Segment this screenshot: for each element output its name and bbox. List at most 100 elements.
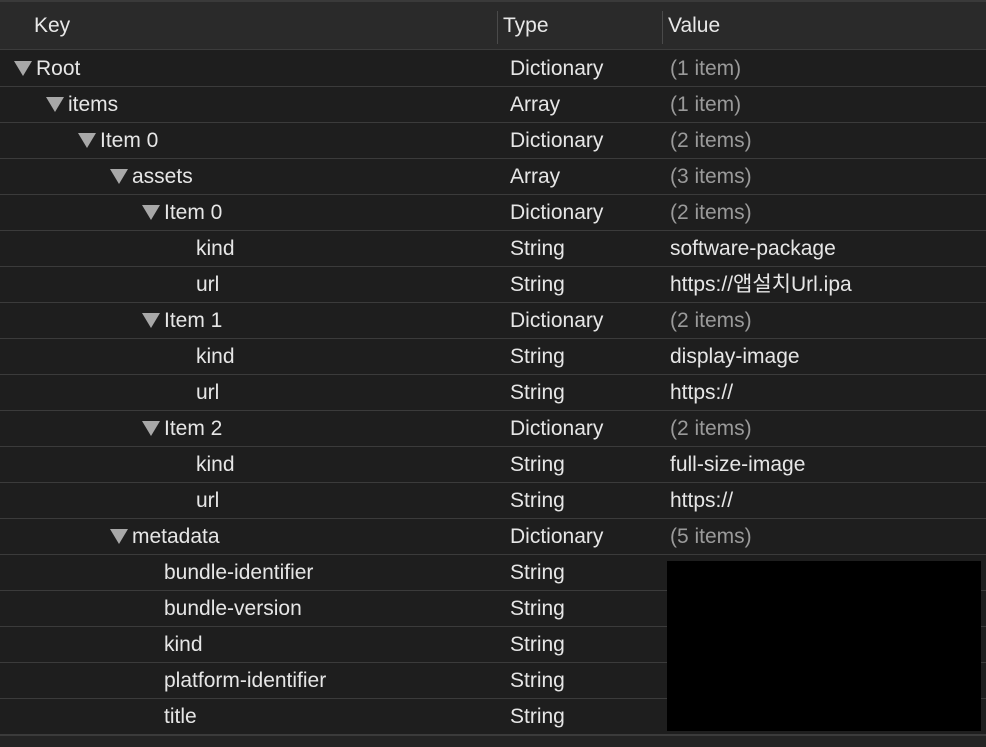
column-header: Key Type Value — [0, 0, 986, 50]
row-value[interactable]: (2 items) — [670, 411, 752, 446]
row-key-label: platform-identifier — [164, 669, 327, 692]
row-type[interactable]: Dictionary — [510, 195, 603, 230]
disclosure-triangle-icon[interactable] — [142, 313, 160, 328]
row-value[interactable]: (3 items) — [670, 159, 752, 194]
row-key-label: Root — [36, 57, 81, 80]
table-row[interactable]: url String https:// — [0, 375, 986, 411]
table-row[interactable]: Root Dictionary (1 item) — [0, 51, 986, 87]
row-type[interactable]: Dictionary — [510, 519, 603, 554]
row-value[interactable]: display-image — [670, 339, 800, 374]
row-key: url — [196, 483, 219, 518]
redacted-block — [667, 561, 981, 731]
table-row[interactable]: kind String software-package — [0, 231, 986, 267]
row-key: platform-identifier — [164, 663, 326, 698]
row-key-label: kind — [196, 453, 235, 476]
row-value[interactable]: https://앱설치Url.ipa — [670, 267, 852, 302]
disclosure-triangle-icon[interactable] — [78, 133, 96, 148]
row-type[interactable]: Array — [510, 87, 560, 122]
row-type[interactable]: Dictionary — [510, 51, 603, 86]
bottom-edge — [0, 735, 986, 747]
row-type[interactable]: Array — [510, 159, 560, 194]
row-key: bundle-identifier — [164, 555, 313, 590]
row-type[interactable]: String — [510, 627, 565, 662]
row-key: Item 0 — [142, 195, 222, 230]
row-key: Item 1 — [142, 303, 222, 338]
row-key: url — [196, 375, 219, 410]
row-type[interactable]: String — [510, 375, 565, 410]
row-key-label: Item 0 — [100, 129, 159, 152]
disclosure-triangle-icon[interactable] — [14, 61, 32, 76]
row-key: items — [46, 87, 118, 122]
row-value[interactable]: (1 item) — [670, 87, 741, 122]
column-header-key[interactable]: Key — [34, 2, 70, 50]
column-header-value[interactable]: Value — [668, 2, 720, 50]
row-key-label: items — [68, 93, 119, 116]
row-key-label: url — [196, 381, 220, 404]
row-type[interactable]: String — [510, 231, 565, 266]
disclosure-triangle-icon[interactable] — [142, 421, 160, 436]
table-row[interactable]: Item 1 Dictionary (2 items) — [0, 303, 986, 339]
table-row[interactable]: items Array (1 item) — [0, 87, 986, 123]
disclosure-triangle-icon[interactable] — [46, 97, 64, 112]
row-value[interactable]: (2 items) — [670, 303, 752, 338]
table-row[interactable]: kind String full-size-image — [0, 447, 986, 483]
row-type[interactable]: String — [510, 555, 565, 590]
row-key: title — [164, 699, 197, 734]
table-row[interactable]: assets Array (3 items) — [0, 159, 986, 195]
row-key: Root — [14, 51, 80, 86]
row-key: kind — [196, 447, 235, 482]
table-row[interactable]: url String https:// — [0, 483, 986, 519]
row-value[interactable]: (1 item) — [670, 51, 741, 86]
row-key: url — [196, 267, 219, 302]
row-key-label: Item 2 — [164, 417, 223, 440]
row-key-label: Item 0 — [164, 201, 223, 224]
row-value[interactable]: full-size-image — [670, 447, 805, 482]
row-key: assets — [110, 159, 193, 194]
row-key-label: Item 1 — [164, 309, 223, 332]
table-row[interactable]: url String https://앱설치Url.ipa — [0, 267, 986, 303]
plist-editor: Key Type Value Root Dictionary (1 item) ite… — [0, 0, 986, 747]
row-key-label: assets — [132, 165, 193, 188]
disclosure-triangle-icon[interactable] — [110, 529, 128, 544]
row-key: kind — [196, 339, 235, 374]
row-key-label: url — [196, 273, 220, 296]
row-key-label: url — [196, 489, 220, 512]
row-key-label: bundle-version — [164, 597, 302, 620]
table-row[interactable]: metadata Dictionary (5 items) — [0, 519, 986, 555]
table-row[interactable]: kind String display-image — [0, 339, 986, 375]
column-header-type[interactable]: Type — [503, 2, 549, 50]
row-key: kind — [196, 231, 235, 266]
table-row[interactable]: Item 2 Dictionary (2 items) — [0, 411, 986, 447]
row-key-label: title — [164, 705, 197, 728]
row-value[interactable]: https:// — [670, 375, 733, 410]
row-key: bundle-version — [164, 591, 302, 626]
disclosure-triangle-icon[interactable] — [142, 205, 160, 220]
row-key-label: metadata — [132, 525, 220, 548]
row-key-label: bundle-identifier — [164, 561, 314, 584]
disclosure-triangle-icon[interactable] — [110, 169, 128, 184]
row-key: Item 0 — [78, 123, 158, 158]
table-row[interactable]: Item 0 Dictionary (2 items) — [0, 195, 986, 231]
row-type[interactable]: String — [510, 699, 565, 734]
row-value[interactable]: (5 items) — [670, 519, 752, 554]
row-type[interactable]: Dictionary — [510, 411, 603, 446]
row-value[interactable]: software-package — [670, 231, 836, 266]
column-divider[interactable] — [662, 11, 663, 44]
row-key: kind — [164, 627, 203, 662]
row-value[interactable]: https:// — [670, 483, 733, 518]
row-key-label: kind — [164, 633, 203, 656]
row-type[interactable]: String — [510, 339, 565, 374]
row-type[interactable]: String — [510, 663, 565, 698]
column-divider[interactable] — [497, 11, 498, 44]
row-type[interactable]: String — [510, 591, 565, 626]
row-type[interactable]: Dictionary — [510, 303, 603, 338]
row-value[interactable]: (2 items) — [670, 123, 752, 158]
row-type[interactable]: Dictionary — [510, 123, 603, 158]
row-value[interactable]: (2 items) — [670, 195, 752, 230]
row-type[interactable]: String — [510, 483, 565, 518]
row-type[interactable]: String — [510, 267, 565, 302]
row-key-label: kind — [196, 345, 235, 368]
row-type[interactable]: String — [510, 447, 565, 482]
row-key: Item 2 — [142, 411, 222, 446]
table-row[interactable]: Item 0 Dictionary (2 items) — [0, 123, 986, 159]
